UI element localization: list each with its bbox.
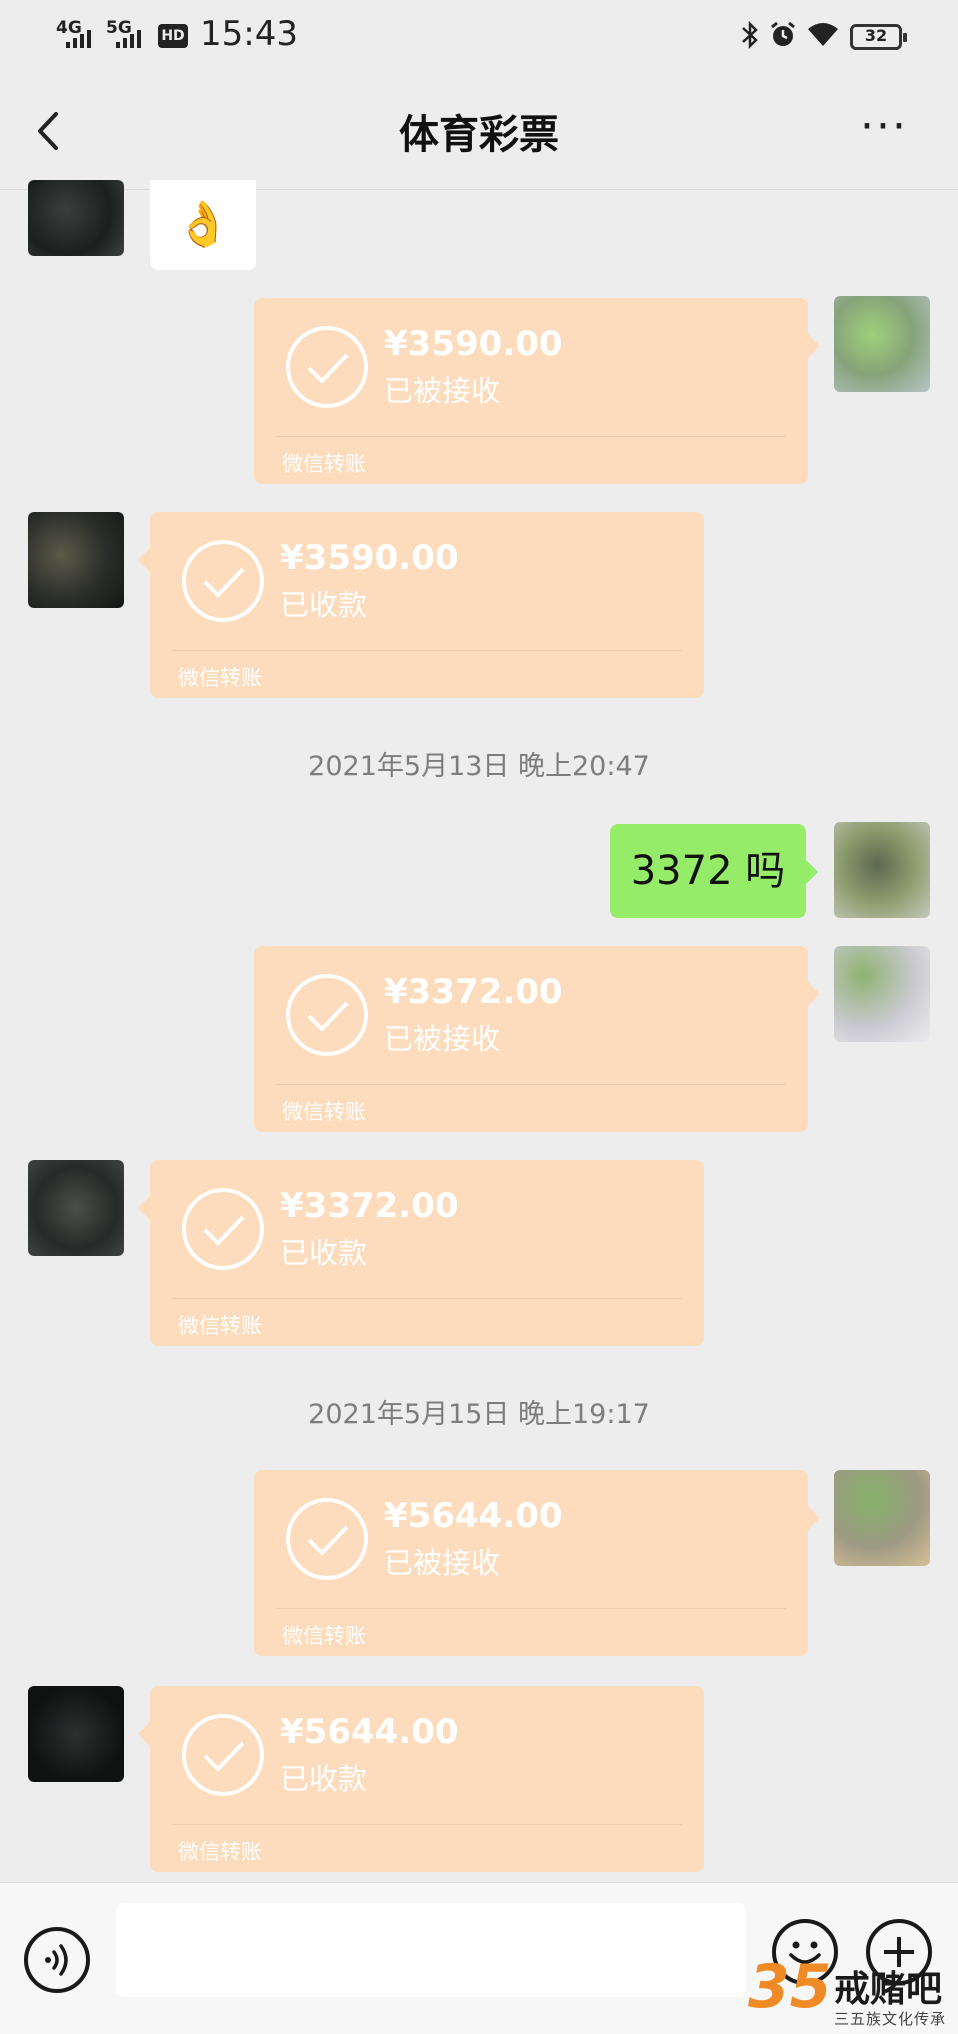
transfer-source: 微信转账 bbox=[178, 666, 262, 690]
alarm-icon bbox=[768, 20, 798, 57]
hd-voice-icon: HD bbox=[158, 24, 188, 48]
message-text-input[interactable] bbox=[116, 1903, 746, 1997]
transfer-amount: ¥3590.00 bbox=[280, 538, 459, 578]
divider bbox=[276, 1084, 786, 1085]
transfer-card-received[interactable]: ¥5644.00 已收款 微信转账 bbox=[138, 1686, 704, 1872]
check-circle-icon bbox=[182, 1714, 264, 1796]
check-circle-icon bbox=[286, 326, 368, 408]
signal-bars-icon bbox=[66, 30, 91, 48]
transfer-card-sent[interactable]: ¥3590.00 已被接收 微信转账 bbox=[254, 298, 820, 484]
transfer-status: 已收款 bbox=[280, 1236, 368, 1270]
message-timestamp: 2021年5月15日 晚上19:17 bbox=[308, 1399, 650, 1430]
contact-avatar[interactable] bbox=[28, 180, 124, 256]
transfer-card-received[interactable]: ¥3590.00 已收款 微信转账 bbox=[138, 512, 704, 698]
check-circle-icon bbox=[182, 540, 264, 622]
chat-header: 体育彩票 ··· bbox=[0, 72, 958, 190]
my-avatar[interactable] bbox=[834, 822, 930, 918]
transfer-source: 微信转账 bbox=[178, 1840, 262, 1864]
bluetooth-icon bbox=[740, 20, 760, 57]
message-timestamp: 2021年5月13日 晚上20:47 bbox=[308, 751, 650, 782]
contact-avatar[interactable] bbox=[28, 1686, 124, 1782]
watermark-number: 35 bbox=[748, 1952, 832, 2022]
divider bbox=[172, 650, 682, 651]
transfer-card-received[interactable]: ¥3372.00 已收款 微信转账 bbox=[138, 1160, 704, 1346]
voice-wave-icon bbox=[45, 1944, 68, 1976]
divider bbox=[172, 1824, 682, 1825]
wifi-icon bbox=[806, 20, 840, 55]
voice-input-button[interactable] bbox=[24, 1927, 90, 1993]
transfer-amount: ¥3372.00 bbox=[280, 1186, 459, 1226]
watermark-subtitle: 三五族文化传承 bbox=[834, 2010, 947, 2028]
transfer-status: 已收款 bbox=[280, 588, 368, 622]
check-circle-icon bbox=[286, 974, 368, 1056]
signal-bars-icon bbox=[116, 30, 141, 48]
transfer-source: 微信转账 bbox=[178, 1314, 262, 1338]
my-avatar[interactable] bbox=[834, 946, 930, 1042]
divider bbox=[276, 436, 786, 437]
contact-avatar[interactable] bbox=[28, 1160, 124, 1256]
transfer-amount: ¥3590.00 bbox=[384, 324, 563, 364]
transfer-source: 微信转账 bbox=[282, 1624, 366, 1648]
divider bbox=[172, 1298, 682, 1299]
check-circle-icon bbox=[182, 1188, 264, 1270]
my-avatar[interactable] bbox=[834, 1470, 930, 1566]
my-text-message[interactable]: 3372 吗 bbox=[610, 824, 818, 918]
message-text: 3372 吗 bbox=[630, 848, 786, 894]
watermark-name: 戒赌吧 bbox=[834, 1969, 943, 2010]
transfer-card-sent[interactable]: ¥5644.00 已被接收 微信转账 bbox=[254, 1470, 820, 1656]
my-avatar[interactable] bbox=[834, 296, 930, 392]
more-options-button[interactable]: ··· bbox=[860, 105, 920, 152]
battery-level: 32 bbox=[864, 26, 888, 45]
transfer-status: 已收款 bbox=[280, 1762, 368, 1796]
divider bbox=[276, 1608, 786, 1609]
watermark-logo: 35 戒赌吧 三五族文化传承 bbox=[748, 1954, 958, 2034]
transfer-source: 微信转账 bbox=[282, 452, 366, 476]
check-circle-icon bbox=[286, 1498, 368, 1580]
transfer-amount: ¥3372.00 bbox=[384, 972, 563, 1012]
battery-icon: 32 bbox=[850, 24, 907, 50]
transfer-source: 微信转账 bbox=[282, 1100, 366, 1124]
ok-hand-sticker[interactable]: 👌 bbox=[150, 180, 256, 270]
transfer-card-sent[interactable]: ¥3372.00 已被接收 微信转账 bbox=[254, 946, 820, 1132]
transfer-status: 已被接收 bbox=[384, 1022, 501, 1056]
transfer-status: 已被接收 bbox=[384, 1546, 501, 1580]
transfer-status: 已被接收 bbox=[384, 374, 501, 408]
transfer-amount: ¥5644.00 bbox=[384, 1496, 563, 1536]
transfer-amount: ¥5644.00 bbox=[280, 1712, 459, 1752]
contact-avatar[interactable] bbox=[28, 512, 124, 608]
status-time: 15:43 bbox=[200, 14, 298, 54]
status-bar: 4G 5G HD 15:43 32 bbox=[0, 0, 958, 72]
chat-title: 体育彩票 bbox=[399, 112, 559, 158]
